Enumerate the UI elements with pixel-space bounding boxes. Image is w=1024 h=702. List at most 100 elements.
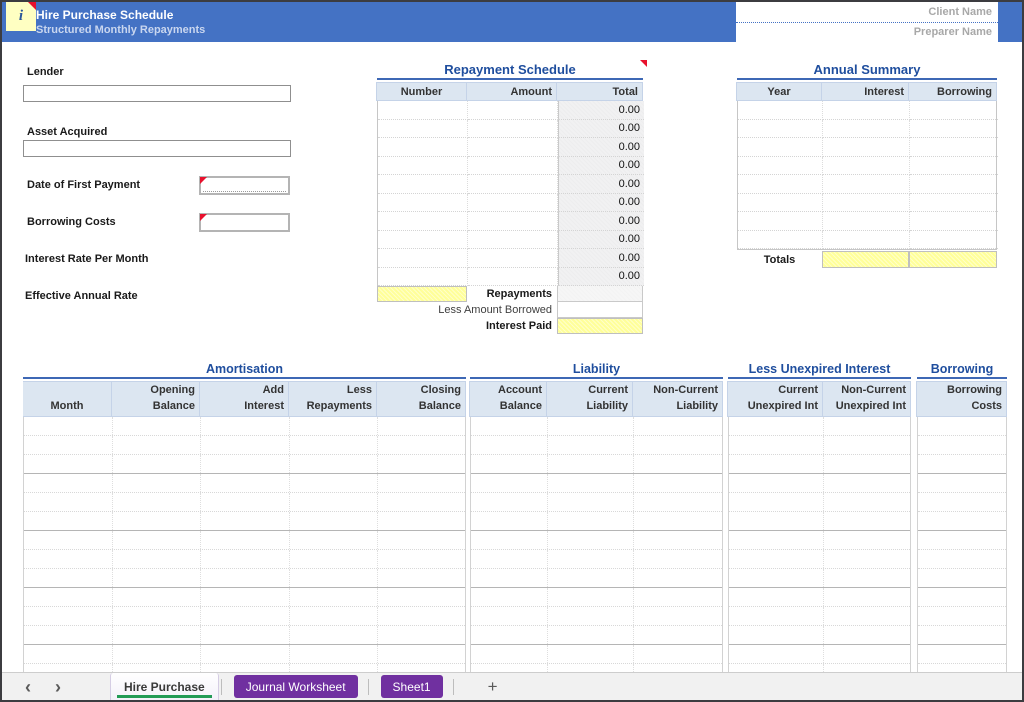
schedule-total-cell[interactable]: 0.00 (558, 119, 644, 138)
schedule-amount-cell[interactable] (468, 267, 558, 286)
schedule-number-cell[interactable] (378, 119, 468, 138)
year-cell[interactable] (738, 156, 823, 175)
detail-cell[interactable] (634, 474, 724, 492)
totals-interest-cell[interactable] (822, 251, 909, 268)
schedule-amount-cell[interactable] (468, 119, 558, 138)
detail-cell[interactable] (918, 474, 1007, 492)
detail-cell[interactable] (378, 417, 467, 435)
detail-cell[interactable] (729, 436, 824, 454)
detail-cell[interactable] (548, 569, 634, 587)
schedule-number-cell[interactable] (378, 230, 468, 249)
schedule-amount-cell[interactable] (468, 249, 558, 268)
detail-cell[interactable] (729, 455, 824, 473)
detail-cell[interactable] (824, 474, 912, 492)
less-amount-borrowed-cell[interactable] (557, 302, 643, 318)
schedule-number-cell[interactable] (378, 101, 468, 120)
detail-cell[interactable] (290, 607, 378, 625)
detail-cell[interactable] (634, 512, 724, 530)
interest-paid-value-cell[interactable] (557, 318, 643, 334)
detail-cell[interactable] (113, 474, 201, 492)
detail-cell[interactable] (729, 588, 824, 606)
detail-cell[interactable] (918, 417, 1007, 435)
schedule-total-cell[interactable]: 0.00 (558, 175, 644, 194)
detail-cell[interactable] (378, 588, 467, 606)
detail-cell[interactable] (113, 569, 201, 587)
detail-cell[interactable] (113, 607, 201, 625)
schedule-total-cell[interactable]: 0.00 (558, 267, 644, 286)
detail-cell[interactable] (548, 626, 634, 644)
detail-cell[interactable] (918, 645, 1007, 663)
preparer-name-field[interactable]: Preparer Name (736, 23, 998, 43)
detail-cell[interactable] (290, 531, 378, 549)
detail-cell[interactable] (201, 512, 290, 530)
detail-cell[interactable] (634, 626, 724, 644)
detail-cell[interactable] (201, 531, 290, 549)
detail-cell[interactable] (634, 493, 724, 511)
detail-cell[interactable] (471, 550, 548, 568)
detail-cell[interactable] (378, 474, 467, 492)
borrowing-cell[interactable] (910, 194, 998, 212)
borrowing-cell[interactable] (910, 138, 998, 157)
detail-cell[interactable] (113, 626, 201, 644)
detail-cell[interactable] (201, 455, 290, 473)
detail-cell[interactable] (378, 569, 467, 587)
detail-cell[interactable] (729, 474, 824, 492)
interest-cell[interactable] (823, 101, 910, 120)
detail-cell[interactable] (918, 588, 1007, 606)
schedule-amount-cell[interactable] (468, 101, 558, 120)
detail-cell[interactable] (201, 607, 290, 625)
detail-cell[interactable] (918, 664, 1007, 672)
repayments-total-cell[interactable] (557, 286, 643, 302)
prev-sheet-arrow-icon[interactable]: ‹ (20, 677, 36, 697)
detail-cell[interactable] (918, 436, 1007, 454)
interest-cell[interactable] (823, 193, 910, 212)
detail-cell[interactable] (729, 645, 824, 663)
detail-cell[interactable] (24, 550, 113, 568)
detail-cell[interactable] (918, 512, 1007, 530)
schedule-number-cell[interactable] (378, 138, 468, 157)
detail-cell[interactable] (471, 417, 548, 435)
detail-cell[interactable] (729, 664, 824, 672)
detail-cell[interactable] (729, 569, 824, 587)
interest-cell[interactable] (823, 230, 910, 249)
detail-cell[interactable] (24, 417, 113, 435)
borrowing-cell[interactable] (910, 120, 998, 138)
detail-cell[interactable] (548, 664, 634, 672)
borrowing-costs-input[interactable] (199, 213, 290, 232)
date-first-payment-input[interactable] (199, 176, 290, 195)
schedule-yellow-input-cell[interactable] (377, 286, 467, 302)
detail-cell[interactable] (918, 550, 1007, 568)
detail-cell[interactable] (290, 664, 378, 672)
detail-cell[interactable] (729, 417, 824, 435)
detail-cell[interactable] (471, 645, 548, 663)
detail-cell[interactable] (113, 550, 201, 568)
add-sheet-button[interactable]: + (488, 677, 498, 697)
detail-cell[interactable] (378, 664, 467, 672)
detail-cell[interactable] (918, 455, 1007, 473)
detail-cell[interactable] (634, 645, 724, 663)
detail-cell[interactable] (113, 512, 201, 530)
detail-cell[interactable] (201, 474, 290, 492)
detail-cell[interactable] (378, 436, 467, 454)
detail-cell[interactable] (201, 569, 290, 587)
detail-cell[interactable] (113, 531, 201, 549)
detail-cell[interactable] (24, 474, 113, 492)
detail-cell[interactable] (24, 569, 113, 587)
detail-cell[interactable] (824, 664, 912, 672)
year-cell[interactable] (738, 138, 823, 157)
detail-cell[interactable] (24, 664, 113, 672)
tab-sheet1[interactable]: Sheet1 (380, 675, 443, 698)
borrowing-cell[interactable] (910, 231, 998, 249)
detail-cell[interactable] (113, 588, 201, 606)
detail-cell[interactable] (290, 550, 378, 568)
interest-cell[interactable] (823, 212, 910, 231)
info-icon[interactable]: i (6, 2, 36, 31)
detail-cell[interactable] (378, 645, 467, 663)
schedule-total-cell[interactable]: 0.00 (558, 212, 644, 231)
detail-cell[interactable] (471, 664, 548, 672)
year-cell[interactable] (738, 230, 823, 249)
detail-cell[interactable] (918, 569, 1007, 587)
detail-cell[interactable] (290, 626, 378, 644)
detail-cell[interactable] (824, 569, 912, 587)
asset-acquired-input[interactable] (23, 140, 291, 157)
